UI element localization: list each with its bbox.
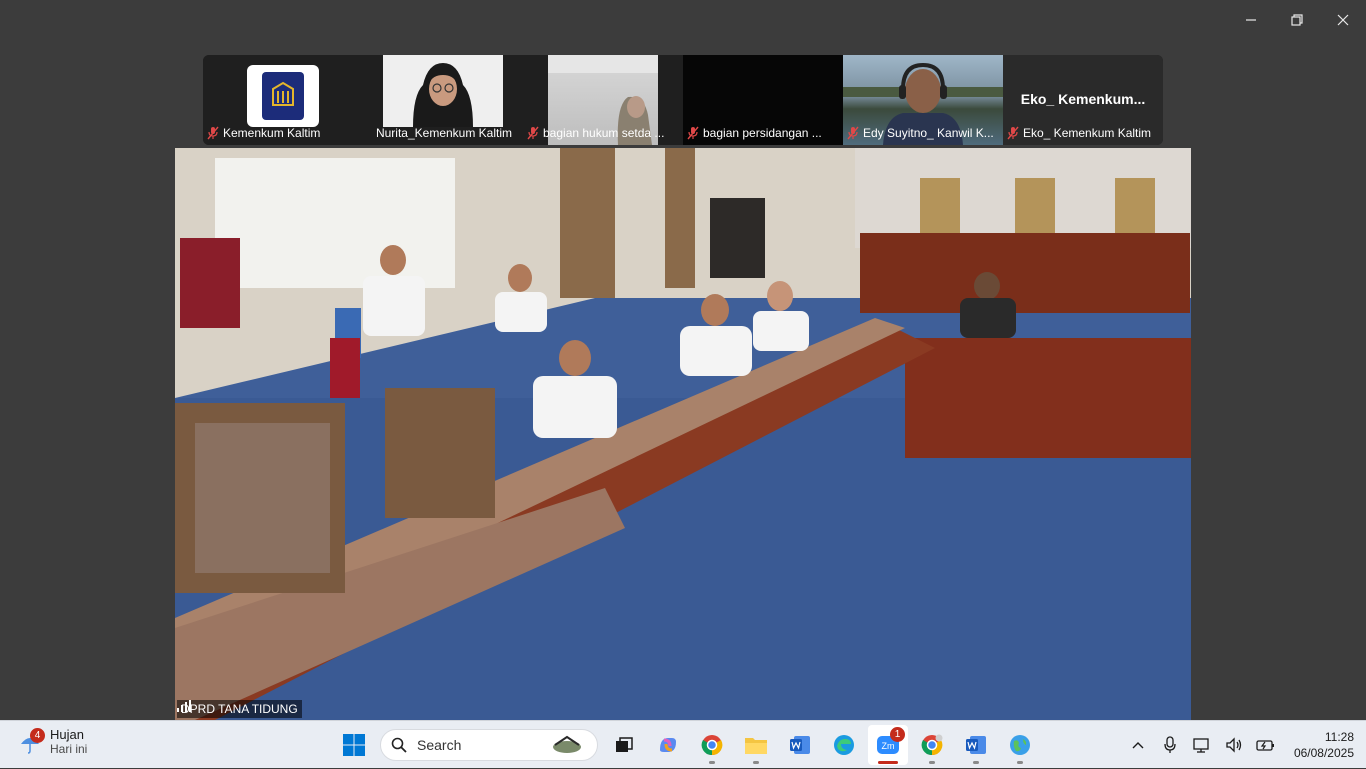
search-highlight-icon (553, 735, 581, 753)
participant-video (383, 55, 503, 127)
speaker-name-label: DPRD TANA TIDUNG (177, 700, 302, 718)
show-hidden-icons-button[interactable] (1128, 735, 1148, 755)
system-tray: 11:28 06/08/2025 (1128, 721, 1354, 769)
folder-icon (745, 738, 767, 754)
windows-logo-icon (343, 734, 365, 756)
main-speaker-video[interactable]: DPRD TANA TIDUNG (175, 148, 1191, 720)
participant-name-row: bagian persidangan ... (687, 124, 841, 142)
running-indicator (973, 761, 979, 764)
participant-name: Eko_ Kemenkum Kaltim (1023, 126, 1152, 140)
participant-name: Edy Suyitno_ Kanwil K... (863, 126, 994, 140)
running-indicator (709, 761, 715, 764)
signal-strength-icon (177, 700, 191, 712)
restore-button[interactable] (1274, 0, 1320, 40)
word-button[interactable] (780, 725, 820, 765)
participant-name-row: Edy Suyitno_ Kanwil K... (847, 124, 1001, 142)
chrome-icon (701, 735, 723, 756)
participant-name: bagian hukum setda ... (543, 126, 665, 140)
rain-umbrella-icon: 4 (18, 727, 45, 754)
maps-button[interactable] (1000, 725, 1040, 765)
participant-name-row: Eko_ Kemenkum Kaltim (1007, 124, 1161, 142)
volume-button[interactable] (1224, 735, 1244, 755)
mic-muted-icon (207, 126, 219, 140)
chrome-profile-button[interactable] (912, 725, 952, 765)
task-view-button[interactable] (604, 725, 644, 765)
network-icon (1193, 738, 1209, 753)
file-explorer-button[interactable] (736, 725, 776, 765)
chrome-button[interactable] (692, 725, 732, 765)
edge-button[interactable] (824, 725, 864, 765)
organization-logo (247, 65, 319, 127)
mic-muted-icon (687, 126, 699, 140)
battery-charging-icon (1256, 740, 1274, 751)
taskbar-apps: Search Zm 1 (334, 725, 1040, 765)
battery-button[interactable] (1256, 735, 1276, 755)
participant-name: bagian persidangan ... (703, 126, 822, 140)
running-indicator (929, 761, 935, 764)
zoom-notification-badge: 1 (890, 727, 905, 742)
word-document-icon (966, 736, 986, 754)
participant-display-title: Eko_ Kemenkum... (1020, 91, 1146, 107)
running-indicator (753, 761, 759, 764)
chevron-up-icon (1132, 742, 1144, 749)
meeting-room-scene (175, 148, 1191, 720)
participant-tile[interactable]: Kemenkum Kaltim (203, 55, 363, 145)
globe-icon (1010, 735, 1030, 755)
microphone-button[interactable] (1160, 735, 1180, 755)
participant-name: Kemenkum Kaltim (223, 126, 321, 140)
taskbar: 4 Hujan Hari ini Search Zm 1 11:28 06/08… (0, 720, 1366, 768)
weather-period: Hari ini (50, 742, 88, 756)
running-indicator (1017, 761, 1023, 764)
search-placeholder: Search (417, 737, 462, 753)
network-button[interactable] (1192, 735, 1212, 755)
weather-alert-badge: 4 (30, 727, 45, 743)
word-icon (790, 736, 810, 754)
close-icon (1337, 14, 1349, 26)
participant-name: Nurita_Kemenkum Kaltim (375, 126, 513, 140)
restore-icon (1291, 14, 1303, 26)
start-button[interactable] (334, 725, 374, 765)
participant-strip: Kemenkum Kaltim Nurita_Kemenkum Kaltim b… (203, 55, 1163, 145)
participant-tile[interactable]: Nurita_Kemenkum Kaltim (363, 55, 523, 145)
participant-tile[interactable]: Eko_ Kemenkum... Eko_ Kemenkum Kaltim (1003, 55, 1163, 145)
emblem-icon (262, 72, 304, 120)
weather-widget[interactable]: 4 Hujan Hari ini (18, 727, 87, 756)
clock-button[interactable]: 11:28 06/08/2025 (1294, 729, 1354, 761)
minimize-icon (1246, 19, 1256, 21)
microphone-icon (1164, 736, 1176, 753)
participant-name-row: Nurita_Kemenkum Kaltim (367, 124, 521, 142)
close-button[interactable] (1320, 0, 1366, 40)
zoom-button[interactable]: Zm 1 (868, 725, 908, 765)
word-document-button[interactable] (956, 725, 996, 765)
chrome-profile-icon (921, 734, 943, 756)
participant-name-row: Kemenkum Kaltim (207, 124, 361, 142)
speaker-icon (1226, 737, 1242, 753)
participant-tile[interactable]: Edy Suyitno_ Kanwil K... (843, 55, 1003, 145)
speaker-name: DPRD TANA TIDUNG (181, 702, 298, 716)
task-view-icon (616, 737, 633, 752)
copilot-icon (660, 738, 676, 752)
participant-tile[interactable]: bagian hukum setda ... (523, 55, 683, 145)
mic-muted-icon (847, 126, 859, 140)
svg-text:Zm: Zm (882, 741, 895, 751)
minimize-button[interactable] (1228, 0, 1274, 40)
copilot-button[interactable] (648, 725, 688, 765)
edge-icon (834, 735, 854, 755)
mic-muted-icon (527, 126, 539, 140)
clock-date: 06/08/2025 (1293, 746, 1354, 760)
search-icon (391, 737, 407, 753)
mic-muted-icon (1007, 126, 1019, 140)
weather-condition: Hujan (50, 727, 84, 742)
participant-name-row: bagian hukum setda ... (527, 124, 681, 142)
running-indicator (878, 761, 898, 764)
participant-tile[interactable]: bagian persidangan ... (683, 55, 843, 145)
window-controls (1228, 0, 1366, 40)
taskbar-search-box[interactable]: Search (380, 729, 598, 761)
clock-time: 11:28 (1324, 730, 1354, 744)
